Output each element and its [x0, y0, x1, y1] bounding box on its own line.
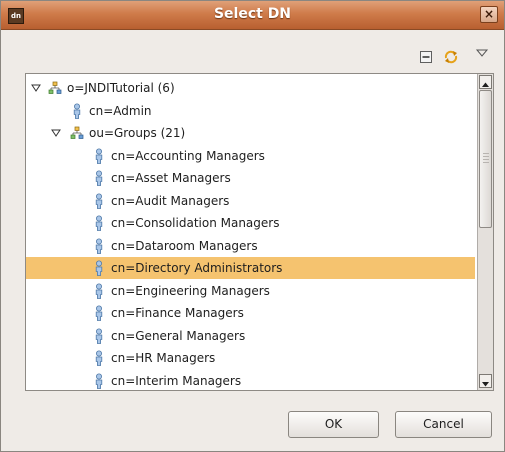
person-icon — [95, 328, 103, 344]
tree-node-label: cn=HR Managers — [111, 351, 216, 365]
tree-node-entry[interactable]: cn=Dataroom Managers — [26, 235, 475, 257]
cancel-button[interactable]: Cancel — [395, 411, 492, 438]
ok-button[interactable]: OK — [288, 411, 379, 438]
org-unit-icon — [70, 126, 84, 139]
refresh-icon[interactable] — [443, 49, 459, 65]
select-dn-dialog: dn Select DN × o=JNDITutorial (6) cn=Admi… — [0, 0, 505, 452]
tree-node-org[interactable]: o=JNDITutorial (6) — [26, 77, 475, 99]
arrow-down-icon — [482, 382, 489, 387]
scroll-thumb[interactable] — [479, 90, 492, 228]
person-icon — [95, 350, 103, 366]
tree-node-entry[interactable]: cn=Interim Managers — [26, 370, 475, 391]
tree-node-label: cn=Accounting Managers — [111, 148, 265, 163]
scroll-up-button[interactable] — [479, 75, 492, 89]
tree-node-entry[interactable]: cn=Admin — [26, 100, 475, 122]
person-icon — [95, 373, 103, 389]
tree-node-label: cn=Directory Administrators — [111, 261, 283, 275]
view-menu-chevron-icon[interactable] — [474, 45, 490, 61]
tree-node-label: cn=Consolidation Managers — [111, 216, 280, 230]
tree-node-entry[interactable]: cn=Finance Managers — [26, 302, 475, 324]
dn-tree[interactable]: o=JNDITutorial (6) cn=Admin ou=Groups (21)… — [25, 73, 494, 391]
person-icon — [95, 193, 103, 209]
vertical-scrollbar[interactable] — [477, 74, 493, 390]
expand-toggle-icon[interactable] — [51, 128, 61, 138]
tree-node-label: ou=Groups (21) — [89, 126, 186, 140]
tree-node-label: cn=General Managers — [111, 328, 246, 343]
tree-node-label: cn=Interim Managers — [111, 373, 242, 388]
tree-node-entry[interactable]: cn=HR Managers — [26, 347, 475, 369]
person-icon — [95, 260, 103, 276]
collapse-all-icon[interactable] — [418, 49, 434, 65]
person-icon — [95, 238, 103, 254]
person-icon — [95, 170, 103, 186]
tree-node-label: cn=Dataroom Managers — [111, 238, 258, 253]
tree-node-label: cn=Audit Managers — [111, 193, 230, 208]
tree-node-label: cn=Finance Managers — [111, 306, 244, 320]
tree-node-label: cn=Asset Managers — [111, 171, 231, 185]
dialog-title: Select DN — [213, 6, 292, 22]
tree-node-entry[interactable]: cn=Engineering Managers — [26, 280, 475, 302]
person-icon — [95, 283, 103, 299]
tree-node-label: cn=Engineering Managers — [111, 283, 270, 298]
tree-node-entry[interactable]: cn=Directory Administrators — [26, 257, 475, 279]
close-button[interactable]: × — [480, 6, 498, 23]
tree-node-entry[interactable]: cn=Asset Managers — [26, 167, 475, 189]
person-icon — [95, 148, 103, 164]
tree-node-org[interactable]: ou=Groups (21) — [26, 122, 475, 144]
person-icon — [73, 103, 81, 119]
expand-toggle-icon[interactable] — [31, 83, 41, 93]
title-bar[interactable]: dn Select DN × — [1, 1, 504, 30]
tree-node-entry[interactable]: cn=Accounting Managers — [26, 145, 475, 167]
scroll-down-button[interactable] — [479, 374, 492, 388]
tree-node-label: o=JNDITutorial (6) — [67, 81, 175, 95]
tree-node-entry[interactable]: cn=Audit Managers — [26, 190, 475, 212]
tree-node-entry[interactable]: cn=General Managers — [26, 325, 475, 347]
tree-node-label: cn=Admin — [89, 103, 152, 118]
org-unit-icon — [48, 81, 62, 94]
tree-node-entry[interactable]: cn=Consolidation Managers — [26, 212, 475, 234]
person-icon — [95, 215, 103, 231]
person-icon — [95, 305, 103, 321]
